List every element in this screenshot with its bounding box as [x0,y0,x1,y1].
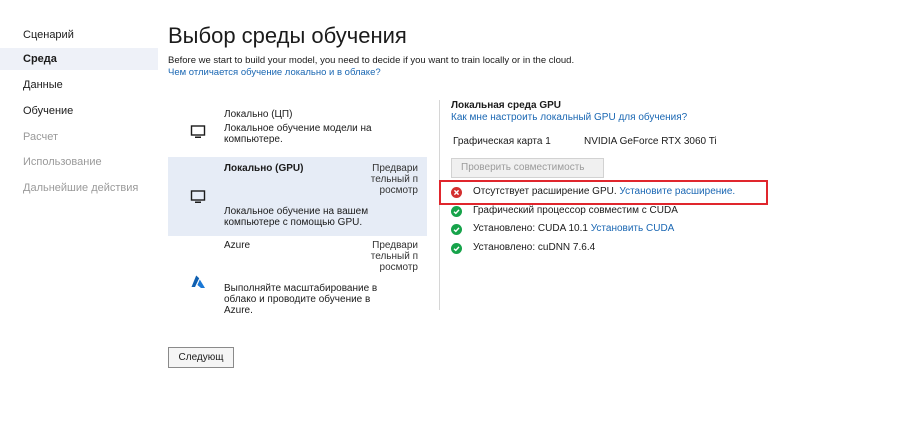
option-description: Локальное обучение модели на компьютере. [224,123,372,145]
page-subtitle: Before we start to build your model, you… [168,55,575,66]
check-icon [451,206,462,217]
option-azure[interactable]: Azure Предварительный просмотр Выполняйт… [168,236,427,316]
preview-badge: Предварительный просмотр [370,163,418,196]
sidebar: Сценарий Среда Данные Обучение Расчет Ис… [0,0,160,421]
option-description: Выполняйте масштабирование в облако и пр… [224,283,378,316]
option-title: Azure [224,240,251,251]
preview-badge: Предварительный просмотр [370,240,418,273]
status-text: Установлено: CUDA 10.1 [473,223,588,234]
gpu-panel-title: Локальная среда GPU [451,100,561,111]
sidebar-item-data[interactable]: Данные [0,74,158,96]
azure-logo-icon [190,274,206,290]
option-description: Локальное обучение на вашем компьютере с… [224,206,369,228]
option-title: Локально (ЦП) [224,109,293,120]
monitor-icon [190,189,206,205]
gpu-value: NVIDIA GeForce RTX 3060 Ti [584,136,717,147]
status-text: Отсутствует расширение GPU. [473,186,617,197]
check-icon [451,224,462,235]
option-title: Локально (GPU) [224,163,304,174]
next-button[interactable]: Следующ [168,347,234,368]
check-icon [451,243,462,254]
option-local-gpu[interactable]: Локально (GPU) Предварительный просмотр … [168,157,427,236]
status-text: Графический процессор совместим с CUDA [473,205,678,216]
status-text: Установлено: cuDNN 7.6.4 [473,242,596,253]
sidebar-item-training[interactable]: Обучение [0,100,158,122]
sidebar-item-consume: Использование [23,156,102,168]
gpu-label: Графическая карта 1 [453,136,551,147]
sidebar-item-environment[interactable]: Среда [0,48,158,70]
sidebar-item-evaluate: Расчет [23,131,58,143]
gpu-setup-help-link[interactable]: Как мне настроить локальный GPU для обуч… [451,112,687,123]
error-icon [451,187,462,198]
panel-divider [439,100,440,310]
install-extension-link[interactable]: Установите расширение. [619,186,735,197]
monitor-icon [190,124,206,140]
sidebar-item-next-steps: Дальнейшие действия [23,182,139,194]
local-vs-cloud-help-link[interactable]: Чем отличается обучение локально и в обл… [168,67,381,78]
page-title: Выбор среды обучения [168,23,407,48]
option-local-cpu[interactable]: Локально (ЦП) Локальное обучение модели … [168,100,427,155]
check-compatibility-button[interactable]: Проверить совместимость [451,158,604,178]
sidebar-item-scenario[interactable]: Сценарий [0,24,158,46]
install-cuda-link[interactable]: Установить CUDA [591,223,675,234]
